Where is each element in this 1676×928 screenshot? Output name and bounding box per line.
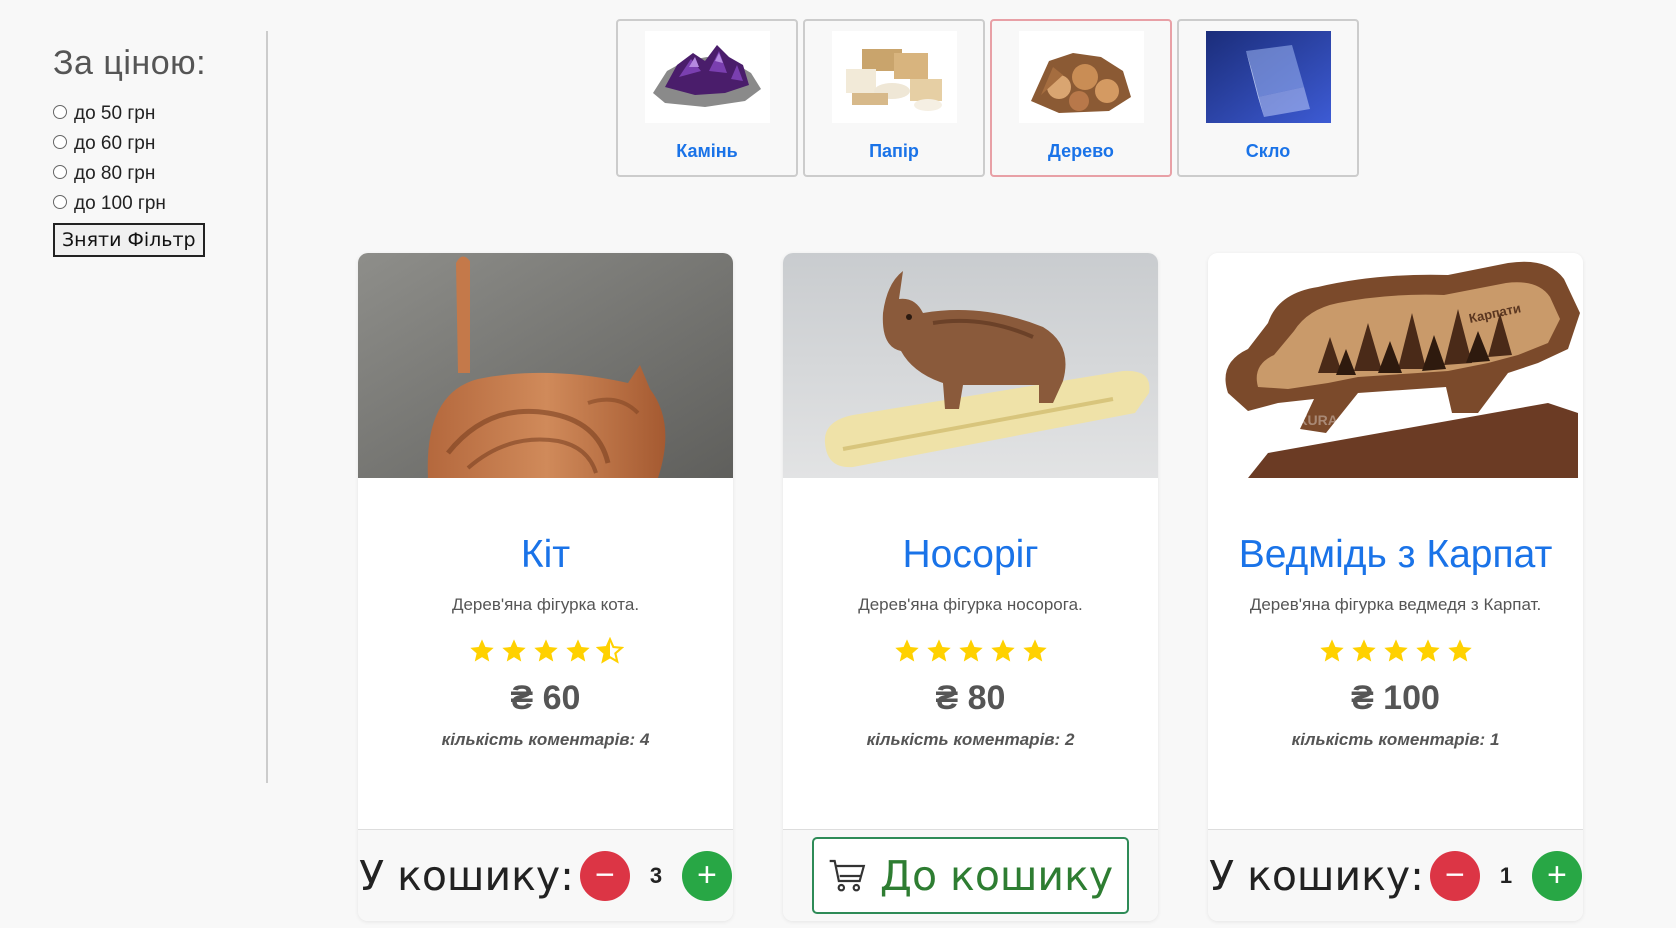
star-full-icon [501, 639, 526, 662]
category-glass[interactable]: Скло [1177, 19, 1359, 177]
filter-option-60[interactable]: до 60 грн [53, 129, 263, 159]
product-card: Карпати SHKURA Ведмідь з Карпат Дерев'ян… [1208, 253, 1583, 921]
product-price: ₴ 100 [1351, 679, 1440, 717]
increase-quantity-button[interactable]: + [681, 850, 732, 901]
product-price: ₴ 80 [935, 679, 1006, 717]
cart-controls: До кошику [783, 829, 1158, 921]
product-description: Дерев'яна фігурка ведмедя з Карпат. [1249, 595, 1542, 614]
category-label: Скло [1245, 141, 1291, 161]
comments-count[interactable]: кількість коментарів: 4 [358, 730, 733, 750]
product-image-rhino [783, 253, 1158, 478]
filter-option-label: до 50 грн [74, 103, 156, 124]
filter-option-100[interactable]: до 100 грн [53, 189, 263, 219]
star-full-icon [958, 639, 983, 662]
star-full-icon [469, 639, 494, 662]
product-image-cat [358, 253, 733, 478]
sidebar-divider [266, 31, 268, 783]
product-grid: Кіт Дерев'яна фігурка кота. ₴ 60 кількіс… [358, 253, 1583, 921]
product-title[interactable]: Носоріг [783, 533, 1158, 577]
star-full-icon [565, 639, 590, 662]
rating-stars [358, 637, 733, 665]
amethyst-image [644, 31, 770, 123]
category-stone[interactable]: Камінь [616, 19, 798, 177]
product-card: Кіт Дерев'яна фігурка кота. ₴ 60 кількіс… [358, 253, 733, 921]
minus-icon: − [1445, 856, 1465, 894]
filter-option-80[interactable]: до 80 грн [53, 159, 263, 189]
radio-button[interactable] [53, 135, 67, 149]
star-full-icon [1351, 639, 1376, 662]
paper-goods-image [831, 31, 957, 123]
category-label: Дерево [1048, 141, 1114, 161]
radio-button[interactable] [53, 165, 67, 179]
star-full-icon [894, 639, 919, 662]
star-full-icon [533, 639, 558, 662]
filter-title: За ціною: [53, 44, 207, 82]
star-full-icon [1022, 639, 1047, 662]
category-bar: Камінь Папір Дерево Скло [616, 19, 1359, 177]
in-cart-label: У кошику: [359, 851, 574, 900]
star-full-icon [926, 639, 951, 662]
star-full-icon [990, 639, 1015, 662]
product-card: Носоріг Дерев'яна фігурка носорога. ₴ 80… [783, 253, 1158, 921]
filter-option-label: до 100 грн [74, 193, 166, 214]
category-wood[interactable]: Дерево [990, 19, 1172, 177]
comments-count[interactable]: кількість коментарів: 1 [1208, 730, 1583, 750]
radio-button[interactable] [53, 195, 67, 209]
category-paper[interactable]: Папір [803, 19, 985, 177]
star-half-icon [595, 637, 624, 664]
rating-stars [783, 637, 1158, 665]
product-description: Дерев'яна фігурка носорога. [858, 595, 1083, 614]
comments-count[interactable]: кількість коментарів: 2 [783, 730, 1158, 750]
filter-option-50[interactable]: до 50 грн [53, 99, 263, 129]
radio-button[interactable] [53, 105, 67, 119]
filter-option-label: до 60 грн [74, 133, 156, 154]
price-filter: За ціною: до 50 грн до 60 грн до 80 грн … [53, 44, 263, 257]
product-description: Дерев'яна фігурка кота. [451, 595, 640, 614]
category-label: Камінь [676, 141, 738, 161]
product-image-bear: Карпати SHKURA [1208, 253, 1583, 478]
decrease-quantity-button[interactable]: − [1429, 850, 1480, 901]
plus-icon: + [697, 856, 717, 894]
product-title[interactable]: Кіт [358, 533, 733, 577]
cart-controls: У кошику: − 1 + [1208, 829, 1583, 921]
increase-quantity-button[interactable]: + [1531, 850, 1582, 901]
plus-icon: + [1547, 856, 1567, 894]
firewood-image [1018, 31, 1144, 123]
in-cart-label: У кошику: [1209, 851, 1424, 900]
filter-option-label: до 80 грн [74, 163, 156, 184]
glass-cube-image [1205, 31, 1331, 123]
cart-icon [829, 859, 866, 891]
category-label: Папір [869, 141, 919, 161]
product-price: ₴ 60 [510, 679, 581, 717]
cart-quantity: 3 [649, 862, 663, 888]
watermark-text: SHKURA [1278, 412, 1338, 428]
rating-stars [1208, 637, 1583, 665]
product-title[interactable]: Ведмідь з Карпат [1208, 533, 1583, 577]
decrease-quantity-button[interactable]: − [579, 850, 630, 901]
minus-icon: − [595, 856, 615, 894]
cart-quantity: 1 [1499, 862, 1513, 888]
add-to-cart-button[interactable]: До кошику [811, 837, 1130, 914]
cart-controls: У кошику: − 3 + [358, 829, 733, 921]
star-full-icon [1447, 639, 1472, 662]
star-full-icon [1319, 639, 1344, 662]
add-to-cart-label: До кошику [879, 851, 1114, 900]
star-full-icon [1383, 639, 1408, 662]
clear-filter-button[interactable]: Зняти Фільтр [53, 223, 205, 257]
star-full-icon [1415, 639, 1440, 662]
